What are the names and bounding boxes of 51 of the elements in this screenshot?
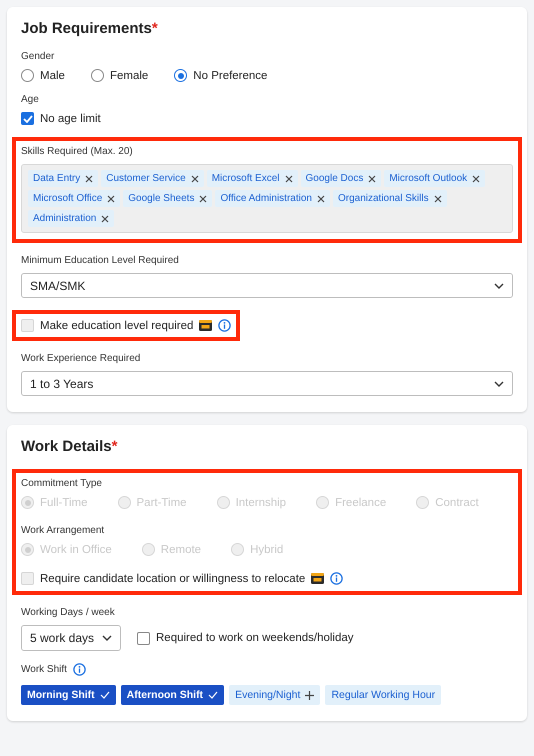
field-label: Work Shift [21,664,67,675]
field-label: Work Experience Required [21,353,142,364]
shift-chip[interactable]: Morning Shift [21,685,116,705]
remove-icon[interactable] [85,174,94,182]
remove-icon[interactable] [101,214,110,222]
checkbox-label: Require candidate location or willingness to relocate [40,572,306,584]
remove-icon[interactable] [472,174,480,182]
radio-button[interactable] [90,69,104,82]
field-label: Commitment Type [21,478,103,489]
info-icon[interactable] [72,663,86,676]
plus-icon [305,690,314,700]
field-label: Age [21,94,40,105]
radio-button[interactable] [174,69,188,82]
option-label: Female [110,70,148,82]
shift-chip[interactable]: Evening/Night [229,685,320,705]
field-label: Working Days / week [21,607,116,618]
chevron-down-icon [494,380,504,386]
remove-icon[interactable] [434,194,442,202]
option-label: No Preference [193,70,268,82]
chevron-down-icon [102,635,112,641]
remove-icon[interactable] [368,174,376,182]
checkbox[interactable] [21,112,34,125]
radio-button[interactable] [21,69,34,82]
checkbox-label: No age limit [40,112,101,124]
dropdown[interactable]: 1 to 3 Years [21,371,513,396]
tag-input-field[interactable]: Data Entry Customer Service Microsoft Excel Google Docs Microsoft Outlook Microsoft Office Google Sheets Office Administration Organizational Skills Administration [21,164,513,233]
chevron-down-icon [494,282,504,288]
remove-icon[interactable] [190,174,199,182]
check-icon [100,691,110,699]
option-label: Male [40,70,65,82]
section-title: Work Details [21,438,112,455]
check-icon [22,114,32,122]
required-mark: * [152,20,158,37]
checkbox-label: Required to work on weekends/holiday [156,632,354,644]
field-label: Skills Required (Max. 20) [21,146,134,157]
check-icon [208,691,218,699]
field-label: Gender [21,51,56,62]
section-title: Job Requirements [21,20,152,37]
remove-icon[interactable] [316,194,325,202]
remove-icon[interactable] [199,194,208,202]
required-mark: * [112,438,118,455]
checkbox[interactable] [137,632,150,644]
remove-icon[interactable] [107,194,116,202]
field-label: Minimum Education Level Required [21,255,180,266]
field-label: Work Arrangement [21,525,106,536]
checkbox-label: Make education level required [40,320,194,332]
shift-chip[interactable]: Regular Working Hour [325,685,442,705]
dropdown[interactable]: 5 work days [21,625,121,651]
dropdown[interactable]: SMA/SMK [21,273,513,298]
shift-chip[interactable]: Afternoon Shift [120,685,224,705]
remove-icon[interactable] [284,174,293,182]
